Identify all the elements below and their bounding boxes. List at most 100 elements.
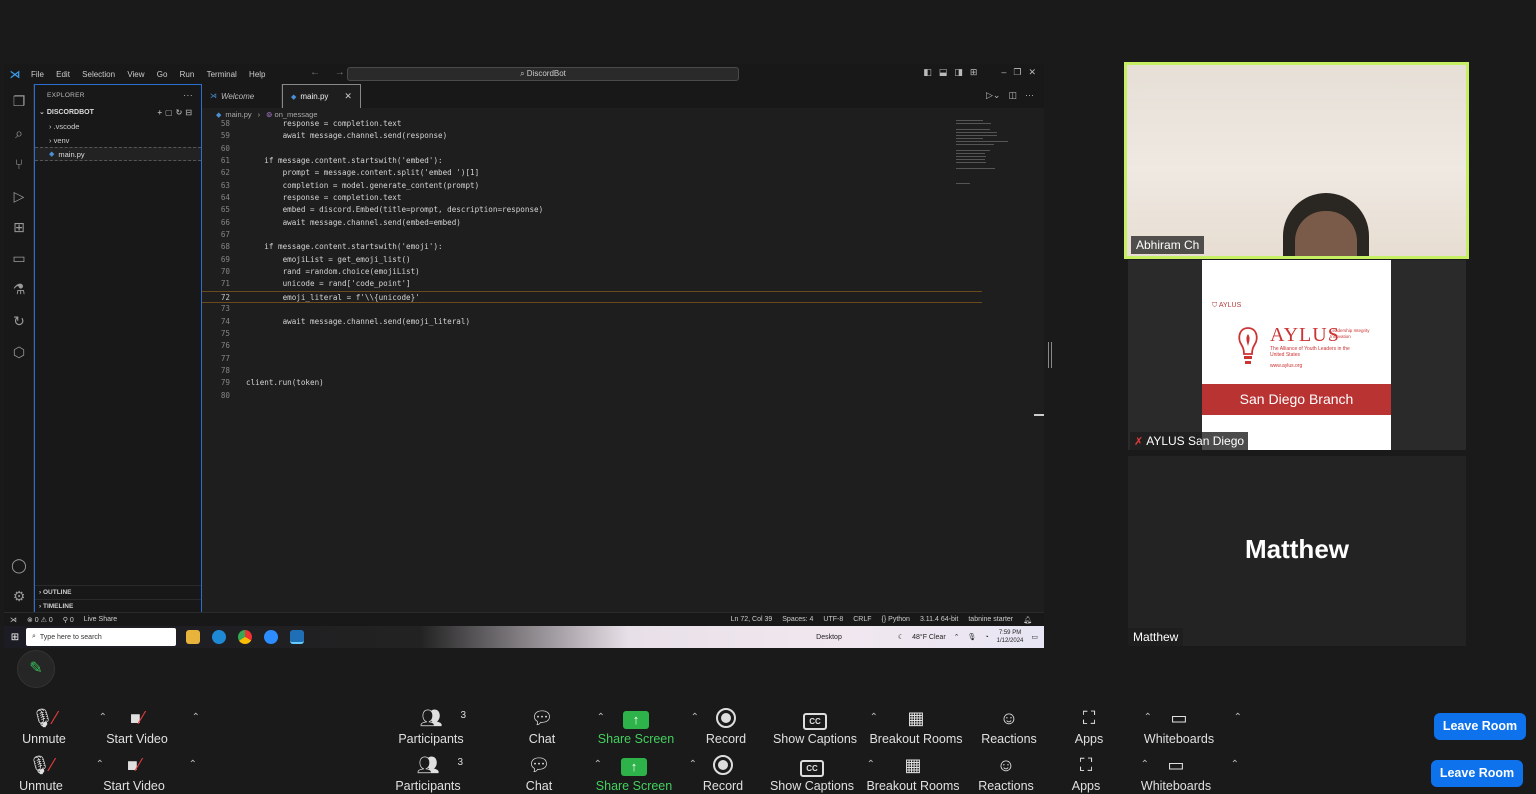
code-line[interactable]: 62 prompt = message.content.split('embed…	[202, 167, 982, 179]
layout-icon[interactable]: ⊞	[970, 67, 978, 78]
settings-gear-icon[interactable]: ⚙	[10, 587, 28, 605]
menu-selection[interactable]: Selection	[82, 70, 115, 79]
notification-icon[interactable]: ▭	[1031, 633, 1038, 641]
windows-start-icon[interactable]: ⊞	[4, 632, 26, 643]
code-line[interactable]: 61 if message.content.startswith('embed'…	[202, 155, 982, 167]
network-icon[interactable]: ◔	[984, 634, 988, 641]
source-control-icon[interactable]: ⑂	[10, 155, 28, 173]
live-share-status[interactable]: Live Share	[84, 616, 117, 624]
resize-handle[interactable]	[1048, 342, 1052, 368]
code-line[interactable]: 68 if message.content.startswith('emoji'…	[202, 241, 982, 253]
minimize-icon[interactable]: –	[1001, 67, 1006, 78]
remote-indicator-icon[interactable]: ⋊	[10, 616, 17, 624]
code-line[interactable]: 71 unicode = rand['code_point']	[202, 278, 982, 290]
edge-icon[interactable]	[212, 630, 226, 644]
encoding[interactable]: UTF-8	[823, 616, 843, 624]
close-icon[interactable]: ✕	[1028, 67, 1036, 78]
chevron-up-icon[interactable]: ⌃	[1231, 753, 1239, 777]
refresh-icon[interactable]: ↻	[176, 108, 186, 117]
code-line[interactable]: 67	[202, 229, 982, 241]
language-mode[interactable]: {} Python	[882, 616, 910, 624]
live-share-icon[interactable]: ↻	[10, 312, 28, 330]
code-line[interactable]: 59 await message.channel.send(response)	[202, 130, 982, 142]
participants-button[interactable]: 👥︎ 3 Participants	[376, 706, 486, 746]
toggle-panel-icon[interactable]: ⬓	[939, 67, 948, 78]
menu-file[interactable]: File	[31, 70, 44, 79]
start-video-button[interactable]: ■⁄ ⌃ Start Video	[82, 706, 200, 746]
code-line[interactable]: 63 completion = model.generate_content(p…	[202, 180, 982, 192]
chevron-up-icon[interactable]: ⌃	[1234, 706, 1242, 730]
line-ending[interactable]: CRLF	[853, 616, 871, 624]
video-tile-matthew[interactable]: Matthew Matthew	[1128, 456, 1466, 646]
code-line[interactable]: 80	[202, 390, 982, 402]
new-file-icon[interactable]: +	[157, 108, 165, 117]
code-line[interactable]: 65 embed = discord.Embed(title=prompt, d…	[202, 204, 982, 216]
code-line[interactable]: 75	[202, 328, 982, 340]
problems-status[interactable]: ⊗ 0 ⚠ 0	[27, 616, 53, 624]
restore-icon[interactable]: ❐	[1013, 67, 1021, 78]
tree-item-vscode[interactable]: › .vscode	[35, 119, 201, 133]
video-tile-aylus[interactable]: ⛉ AYLUS AYLUS Leadership Integrity Innov…	[1128, 260, 1466, 450]
leave-room-button[interactable]: Leave Room	[1434, 713, 1526, 740]
chat-button[interactable]: 💬︎ ⌃ Chat	[484, 753, 602, 793]
show-captions-button[interactable]: CC ⌃ Show Captions	[757, 753, 875, 793]
code-line[interactable]: 66 await message.channel.send(embed=embe…	[202, 217, 982, 229]
notifications-bell-icon[interactable]: 🔔︎	[1023, 616, 1032, 624]
whiteboards-button[interactable]: ▭ ⌃ Whiteboards	[1124, 706, 1242, 746]
weather-text[interactable]: 48°F Clear	[912, 634, 946, 641]
code-editor[interactable]: 58 response = completion.text 59 await me…	[202, 118, 982, 402]
tray-chevron-icon[interactable]: ⌃	[954, 633, 960, 641]
code-line[interactable]: 79 client.run(token)	[202, 377, 982, 389]
project-section[interactable]: ⌄ DISCORDBOT +▢↻⊟	[35, 105, 201, 119]
cube-icon[interactable]: ⬡	[10, 343, 28, 361]
menu-help[interactable]: Help	[249, 70, 265, 79]
show-captions-button[interactable]: CC ⌃ Show Captions	[760, 706, 878, 746]
run-debug-icon[interactable]: ▷	[10, 187, 28, 205]
chevron-up-icon[interactable]: ⌃	[192, 706, 200, 730]
file-explorer-icon[interactable]	[186, 630, 200, 644]
scrollbar-marker[interactable]	[1034, 414, 1044, 416]
leave-room-button[interactable]: Leave Room	[1431, 760, 1523, 787]
code-line[interactable]: 70 rand =random.choice(emojiList)	[202, 266, 982, 278]
nav-arrows-icon[interactable]: ← →	[310, 67, 351, 78]
remote-explorer-icon[interactable]: ▭	[10, 249, 28, 267]
more-actions-icon[interactable]: ···	[183, 90, 193, 100]
code-line[interactable]: 60	[202, 143, 982, 155]
explorer-icon[interactable]: ❐	[10, 92, 28, 110]
chrome-icon[interactable]	[238, 630, 252, 644]
extensions-icon[interactable]: ⊞	[10, 218, 28, 236]
code-line[interactable]: 69 emojiList = get_emoji_list()	[202, 254, 982, 266]
menu-view[interactable]: View	[127, 70, 144, 79]
annotate-pencil-icon[interactable]: ✎	[17, 650, 55, 688]
code-line[interactable]: 74 await message.channel.send(emoji_lite…	[202, 316, 982, 328]
menu-terminal[interactable]: Terminal	[207, 70, 237, 79]
python-interpreter[interactable]: 3.11.4 64-bit	[920, 616, 958, 624]
timeline-section[interactable]: › TIMELINE	[35, 599, 201, 613]
code-line[interactable]: 78	[202, 365, 982, 377]
video-tile-abhiram[interactable]: Abhiram Ch	[1124, 62, 1469, 259]
tabnine-status[interactable]: tabnine starter	[968, 616, 1013, 624]
code-line[interactable]: 76	[202, 340, 982, 352]
chevron-up-icon[interactable]: ⌃	[189, 753, 197, 777]
toggle-secondary-sidebar-icon[interactable]: ◨	[954, 67, 963, 78]
account-icon[interactable]: ◯	[10, 556, 28, 574]
ports-status[interactable]: ⚲ 0	[63, 616, 74, 624]
outline-section[interactable]: › OUTLINE	[35, 585, 201, 599]
desktop-label[interactable]: Desktop	[816, 634, 842, 641]
new-folder-icon[interactable]: ▢	[165, 108, 176, 117]
mic-tray-icon[interactable]: 🎙︎	[968, 633, 977, 641]
minimap[interactable]	[956, 120, 1008, 210]
code-line[interactable]: 73	[202, 303, 982, 315]
split-editor-icon[interactable]: ◫	[1008, 90, 1017, 101]
tree-item-main-py[interactable]: ◆ main.py	[35, 147, 201, 161]
tab-welcome[interactable]: ⋊ Welcome	[202, 84, 282, 108]
clock[interactable]: 7:59 PM 1/12/2024	[997, 629, 1024, 645]
tree-item-venv[interactable]: › venv	[35, 133, 201, 147]
zoom-icon[interactable]	[264, 630, 278, 644]
menu-run[interactable]: Run	[180, 70, 195, 79]
tab-main-py[interactable]: ◆ main.py ✕	[282, 84, 361, 108]
menu-edit[interactable]: Edit	[56, 70, 70, 79]
whiteboards-button[interactable]: ▭ ⌃ Whiteboards	[1121, 753, 1239, 793]
code-line[interactable]: 72 emoji_literal = f'\\{unicode}'	[202, 290, 982, 304]
close-tab-icon[interactable]: ✕	[344, 91, 352, 102]
